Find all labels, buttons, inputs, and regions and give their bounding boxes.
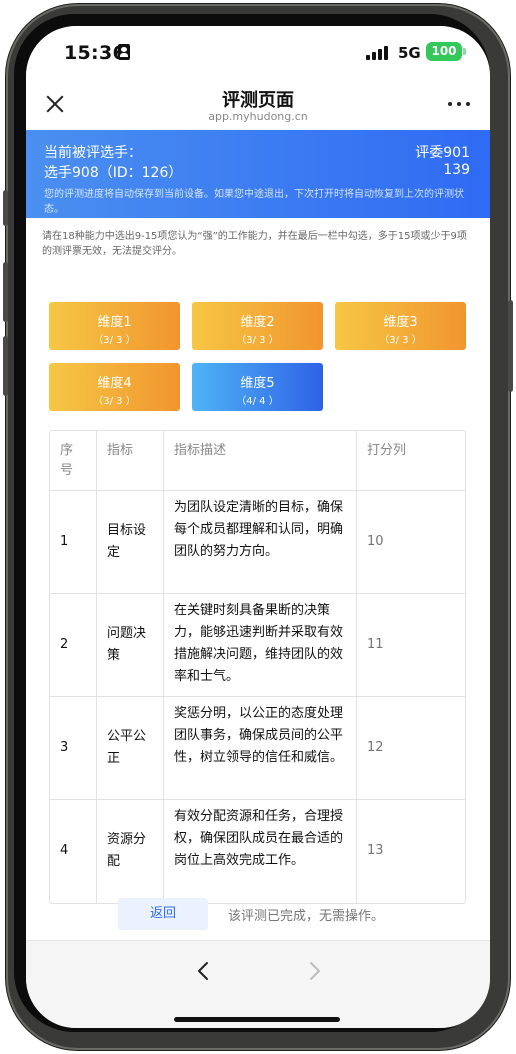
browser-toolbar <box>26 940 490 1028</box>
silent-switch <box>3 190 8 226</box>
dimension-tab-4[interactable]: 维度4 （3/ 3 ） <box>49 363 180 411</box>
network-label: 5G <box>398 44 421 62</box>
header-no: 序号 <box>60 443 74 478</box>
header-cell: 指标描述 <box>164 431 357 490</box>
dimension-name: 维度4 <box>97 376 132 391</box>
table-row: 4 资源分配 有效分配资源和任务，合理授权，确保团队成员在最合适的岗位上高效完成… <box>50 800 465 903</box>
dimension-name: 维度1 <box>97 315 132 330</box>
row-cell: 3 <box>50 697 97 799</box>
completion-message: 该评测已完成，无需操作。 <box>228 909 385 924</box>
row-cell: 在关键时刻具备果断的决策力，能够迅速判断并采取有效措施解决问题，维持团队的效率和… <box>164 594 357 696</box>
screen: 15:36 5G 100 评测页面 app.myhudong.cn 当前被评选手… <box>26 26 490 1028</box>
row-cell <box>357 594 467 696</box>
row-indicator: 资源分配 <box>107 832 147 869</box>
dimension-name: 维度5 <box>240 376 275 391</box>
row-description: 奖惩分明，以公正的态度处理团队事务，确保成员间的公平性，树立领导的信任和威信。 <box>174 706 344 765</box>
score-input[interactable] <box>367 531 457 553</box>
score-input[interactable] <box>367 737 457 759</box>
dimension-tab-3[interactable]: 维度3 （3/ 3 ） <box>335 302 466 350</box>
header-indicator: 指标 <box>107 443 134 458</box>
power-button <box>508 300 513 392</box>
indicator-table: 序号 指标 指标描述 打分列 1 目标设定 为团队设定清晰的目标，确保每个成员都… <box>49 430 466 904</box>
dimension-name: 维度3 <box>383 315 418 330</box>
row-cell: 4 <box>50 800 97 903</box>
chevron-right-icon[interactable] <box>302 959 326 983</box>
dimension-count: （3/ 3 ） <box>379 335 422 346</box>
table-row: 2 问题决策 在关键时刻具备果断的决策力，能够迅速判断并采取有效措施解决问题，维… <box>50 594 465 697</box>
row-indicator: 公平公正 <box>107 729 147 766</box>
dimension-tab-1[interactable]: 维度1 （3/ 3 ） <box>49 302 180 350</box>
header-cell: 打分列 <box>357 431 467 490</box>
battery-tip <box>463 48 466 55</box>
autosave-note: 您的评测进度将自动保存到当前设备。如果您中途退出，下次打开时将自动恢复到上次的评… <box>44 189 464 215</box>
id-card-icon <box>118 44 130 60</box>
volume-down-button <box>3 336 8 396</box>
score-input[interactable] <box>367 634 457 656</box>
instructions: 请在18种能力中选出9-15项您认为“强”的工作能力，并在最后一栏中勾选，多于1… <box>42 231 467 257</box>
row-description: 在关键时刻具备果断的决策力，能够迅速判断并采取有效措施解决问题，维持团队的效率和… <box>174 603 344 684</box>
nav-bar: 评测页面 app.myhudong.cn <box>26 80 490 130</box>
row-no: 3 <box>60 740 69 755</box>
row-cell: 公平公正 <box>97 697 164 799</box>
dimension-count: （3/ 3 ） <box>236 335 279 346</box>
dimension-tab-2[interactable]: 维度2 （3/ 3 ） <box>192 302 323 350</box>
main-content: 请在18种能力中选出9-15项您认为“强”的工作能力，并在最后一栏中勾选，多于1… <box>26 218 490 940</box>
row-cell: 问题决策 <box>97 594 164 696</box>
row-cell: 资源分配 <box>97 800 164 903</box>
volume-up-button <box>3 262 8 322</box>
row-no: 4 <box>60 843 69 858</box>
status-bar: 15:36 5G 100 <box>26 26 490 80</box>
candidate-label: 当前被评选手： <box>44 145 142 161</box>
row-description: 有效分配资源和任务，合理授权，确保团队成员在最合适的岗位上高效完成工作。 <box>174 809 344 868</box>
table-row: 1 目标设定 为团队设定清晰的目标，确保每个成员都理解和认同，明确团队的努力方向… <box>50 491 465 594</box>
table-header: 序号 指标 指标描述 打分列 <box>50 431 465 491</box>
row-cell: 有效分配资源和任务，合理授权，确保团队成员在最合适的岗位上高效完成工作。 <box>164 800 357 903</box>
header-score: 打分列 <box>367 443 407 458</box>
dimension-count: （3/ 3 ） <box>93 396 136 407</box>
row-no: 1 <box>60 534 69 549</box>
page-url: app.myhudong.cn <box>208 110 308 123</box>
candidate-name: 选手908（ID：126） <box>44 165 183 181</box>
header-cell: 序号 <box>50 431 97 490</box>
row-cell <box>357 800 467 903</box>
row-cell <box>357 491 467 593</box>
row-no: 2 <box>60 637 69 652</box>
dimension-tab-5[interactable]: 维度5 （4/ 4 ） <box>192 363 323 411</box>
row-cell: 2 <box>50 594 97 696</box>
dimension-name: 维度2 <box>240 315 275 330</box>
row-indicator: 问题决策 <box>107 626 147 663</box>
page-title: 评测页面 <box>222 90 294 111</box>
row-cell: 奖惩分明，以公正的态度处理团队事务，确保成员间的公平性，树立领导的信任和威信。 <box>164 697 357 799</box>
judge-number: 139 <box>443 162 470 178</box>
score-input[interactable] <box>367 840 457 862</box>
home-indicator[interactable] <box>174 1017 340 1022</box>
row-indicator: 目标设定 <box>107 523 147 560</box>
candidate-banner: 当前被评选手： 选手908（ID：126） 评委901 139 您的评测进度将自… <box>26 130 490 218</box>
judge-name: 评委901 <box>415 145 470 161</box>
row-cell: 为团队设定清晰的目标，确保每个成员都理解和认同，明确团队的努力方向。 <box>164 491 357 593</box>
header-description: 指标描述 <box>174 443 227 458</box>
row-cell <box>357 697 467 799</box>
more-icon[interactable] <box>448 100 472 108</box>
header-cell: 指标 <box>97 431 164 490</box>
dimension-count: （4/ 4 ） <box>236 396 279 407</box>
row-cell: 1 <box>50 491 97 593</box>
chevron-left-icon[interactable] <box>192 959 216 983</box>
dimension-count: （3/ 3 ） <box>93 335 136 346</box>
status-time: 15:36 <box>64 42 126 64</box>
battery-icon: 100 <box>426 42 462 61</box>
row-description: 为团队设定清晰的目标，确保每个成员都理解和认同，明确团队的努力方向。 <box>174 500 344 559</box>
signal-icon <box>366 46 392 60</box>
table-row: 3 公平公正 奖惩分明，以公正的态度处理团队事务，确保成员间的公平性，树立领导的… <box>50 697 465 800</box>
back-button[interactable]: 返回 <box>118 898 208 930</box>
row-cell: 目标设定 <box>97 491 164 593</box>
